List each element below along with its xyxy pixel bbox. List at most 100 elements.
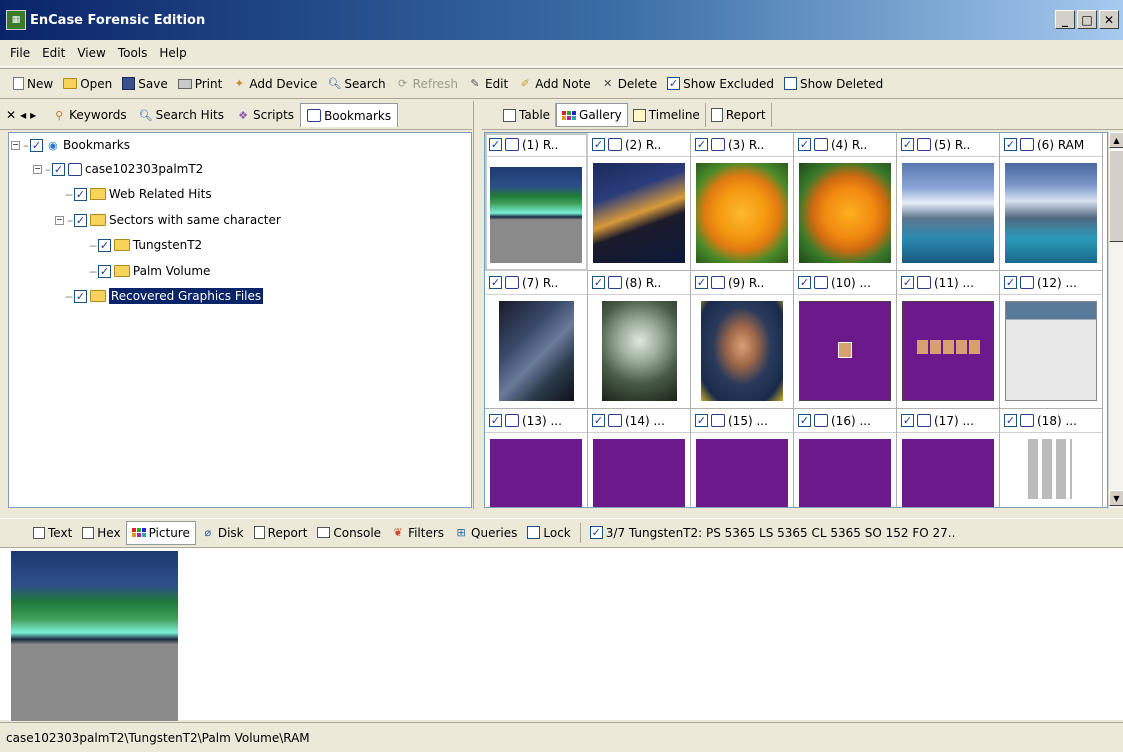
tab-picture[interactable]: Picture	[125, 520, 196, 545]
tree-node-case[interactable]: − -- ✓ case102303palmT2	[33, 159, 203, 179]
gallery-item-4[interactable]: ✓ (4) R..	[794, 133, 897, 271]
scroll-down-icon[interactable]: ▼	[1109, 490, 1123, 506]
gallery-item-7[interactable]: ✓ (7) R..	[485, 271, 588, 409]
tab-bookmarks[interactable]: Bookmarks	[300, 103, 399, 127]
tab-search-hits[interactable]: 🔍︎ Search Hits	[133, 103, 230, 127]
tab-queries[interactable]: ⊞ Queries	[449, 521, 522, 545]
collapse-icon[interactable]: −	[33, 164, 42, 174]
print-button[interactable]: Print	[173, 77, 228, 91]
case-checkbox[interactable]: ✓	[51, 162, 65, 176]
menu-help[interactable]: Help	[153, 46, 192, 60]
item-checkbox[interactable]: ✓	[489, 138, 502, 151]
gallery-item-15[interactable]: ✓ (15) ...	[691, 409, 794, 507]
arrow-right-icon[interactable]: ▸	[30, 108, 36, 122]
add-note-button[interactable]: ✐ Add Note	[513, 77, 595, 91]
collapse-icon[interactable]: −	[11, 140, 20, 150]
save-button[interactable]: Save	[117, 77, 172, 91]
gallery-item-11[interactable]: ✓ (11) ...	[897, 271, 1000, 409]
gallery-item-8[interactable]: ✓ (8) R..	[588, 271, 691, 409]
menu-view[interactable]: View	[71, 46, 111, 60]
new-button[interactable]: New	[8, 77, 58, 91]
tab-report-view[interactable]: Report	[249, 521, 313, 545]
close-button[interactable]: ✕	[1099, 10, 1119, 29]
delete-button[interactable]: ✕ Delete	[596, 77, 662, 91]
gallery-item-17[interactable]: ✓ (17) ...	[897, 409, 1000, 507]
tree-node-web-related-hits[interactable]: --- ✓ Web Related Hits	[65, 184, 212, 204]
minimize-button[interactable]: _	[1055, 10, 1075, 29]
item-checkbox[interactable]: ✓	[1004, 414, 1017, 427]
menu-tools[interactable]: Tools	[112, 46, 154, 60]
gallery-item-9[interactable]: ✓ (9) R..	[691, 271, 794, 409]
item-checkbox[interactable]: ✓	[489, 276, 502, 289]
item-checkbox[interactable]: ✓	[798, 414, 811, 427]
edit-button[interactable]: ✎ Edit	[463, 77, 513, 91]
palm-volume-checkbox[interactable]: ✓	[97, 264, 111, 278]
item-checkbox[interactable]: ✓	[592, 276, 605, 289]
tab-disk[interactable]: ⌀ Disk	[196, 521, 249, 545]
show-deleted-toggle[interactable]: Show Deleted	[779, 77, 888, 91]
bookmarks-checkbox[interactable]: ✓	[29, 138, 43, 152]
scroll-up-icon[interactable]: ▲	[1109, 132, 1123, 148]
gallery-item-14[interactable]: ✓ (14) ...	[588, 409, 691, 507]
gallery-scrollbar[interactable]: ▲ ▼	[1108, 132, 1123, 508]
gallery-item-18[interactable]: ✓ (18) ...	[1000, 409, 1103, 507]
tree-node-bookmarks[interactable]: − -- ✓ ◉ Bookmarks	[11, 135, 130, 155]
item-checkbox[interactable]: ✓	[901, 276, 914, 289]
gallery-item-5[interactable]: ✓ (5) R..	[897, 133, 1000, 271]
scroll-thumb[interactable]	[1109, 150, 1123, 242]
search-button[interactable]: 🔍︎ Search	[322, 77, 390, 91]
item-checkbox[interactable]: ✓	[798, 276, 811, 289]
collapse-icon[interactable]: −	[55, 215, 64, 225]
open-button[interactable]: Open	[58, 77, 117, 91]
tab-hex[interactable]: Hex	[77, 521, 125, 545]
gallery-item-2[interactable]: ✓ (2) R..	[588, 133, 691, 271]
item-checkbox[interactable]: ✓	[592, 138, 605, 151]
menu-file[interactable]: File	[4, 46, 36, 60]
gallery-item-16[interactable]: ✓ (16) ...	[794, 409, 897, 507]
pane-splitter[interactable]	[473, 101, 481, 509]
menu-edit[interactable]: Edit	[36, 46, 71, 60]
maximize-button[interactable]: □	[1077, 10, 1097, 29]
item-checkbox[interactable]: ✓	[695, 276, 708, 289]
item-checkbox[interactable]: ✓	[489, 414, 502, 427]
item-checkbox[interactable]: ✓	[695, 138, 708, 151]
lock-checkbox[interactable]	[527, 526, 541, 539]
tab-text[interactable]: Text	[28, 521, 77, 545]
tree-node-palm-volume[interactable]: --- ✓ Palm Volume	[89, 261, 210, 281]
tree-node-sectors[interactable]: − -- ✓ Sectors with same character	[55, 210, 281, 230]
tree-node-recovered-graphics[interactable]: --- ✓ Recovered Graphics Files	[65, 286, 264, 306]
item-checkbox[interactable]: ✓	[798, 138, 811, 151]
close-pane-icon[interactable]: ✕	[6, 108, 16, 122]
web-related-checkbox[interactable]: ✓	[73, 187, 87, 201]
gallery-item-3[interactable]: ✓ (3) R..	[691, 133, 794, 271]
sectors-checkbox[interactable]: ✓	[73, 213, 87, 227]
lock-toggle[interactable]: Lock	[522, 521, 575, 545]
refresh-button[interactable]: ⟳ Refresh	[391, 77, 463, 91]
tab-console[interactable]: Console	[312, 521, 386, 545]
item-checkbox[interactable]: ✓	[1004, 276, 1017, 289]
show-excluded-checkbox[interactable]: ✓	[667, 77, 681, 90]
item-checkbox[interactable]: ✓	[592, 414, 605, 427]
tab-table[interactable]: Table	[498, 103, 557, 127]
arrow-left-icon[interactable]: ◂	[20, 108, 26, 122]
add-device-button[interactable]: ✦ Add Device	[227, 77, 322, 91]
gallery-item-6[interactable]: ✓ (6) RAM	[1000, 133, 1103, 271]
gallery-item-1[interactable]: ✓ (1) R..	[485, 133, 588, 271]
tree-node-tungsten[interactable]: --- ✓ TungstenT2	[89, 235, 202, 255]
recovered-checkbox[interactable]: ✓	[73, 289, 87, 303]
gallery-item-13[interactable]: ✓ (13) ...	[485, 409, 588, 507]
tab-report[interactable]: Report	[706, 103, 772, 127]
gallery-item-12[interactable]: ✓ (12) ...	[1000, 271, 1103, 409]
item-checkbox[interactable]: ✓	[695, 414, 708, 427]
item-checkbox[interactable]: ✓	[901, 414, 914, 427]
tab-keywords[interactable]: ⚲ Keywords	[46, 103, 133, 127]
tab-gallery[interactable]: Gallery	[556, 103, 628, 127]
tab-timeline[interactable]: Timeline	[628, 103, 706, 127]
tungsten-checkbox[interactable]: ✓	[97, 238, 111, 252]
tab-scripts[interactable]: ❖ Scripts	[230, 103, 300, 127]
item-checkbox[interactable]: ✓	[1004, 138, 1017, 151]
gallery-item-10[interactable]: ✓ (10) ...	[794, 271, 897, 409]
item-checkbox[interactable]: ✓	[901, 138, 914, 151]
tab-filters[interactable]: ❦ Filters	[386, 521, 449, 545]
selection-checkbox[interactable]: ✓	[589, 526, 603, 539]
